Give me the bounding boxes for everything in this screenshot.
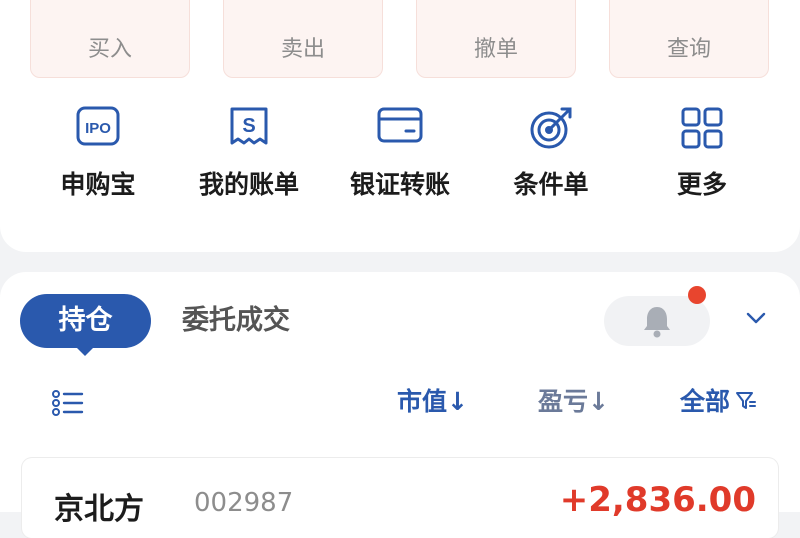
filter-all-label: 全部 bbox=[680, 387, 731, 416]
tab-orders-trades[interactable]: 委托成交 bbox=[182, 294, 290, 348]
holding-row[interactable]: 京北方 002987 +2,836.00 bbox=[22, 458, 778, 538]
bill-icon-text: S bbox=[242, 115, 255, 137]
positions-panel: 持仓 委托成交 市值↓ 盈亏↓ 全部 京北方 002987 +2,836.00 bbox=[0, 272, 800, 538]
shortcut-my-bill-label: 我的账单 bbox=[198, 170, 299, 199]
filter-all-button[interactable]: 全部 bbox=[680, 382, 757, 418]
sell-glyph: 卖 bbox=[224, 0, 382, 3]
bill-icon: S bbox=[226, 105, 272, 155]
buy-glyph: 买 bbox=[31, 0, 189, 3]
query-button[interactable]: 查 查询 bbox=[609, 0, 769, 78]
trade-panel: 买 买入 卖 卖出 撤 撤单 查 查询 IPO 申购宝 S 我的账单 bbox=[0, 0, 800, 252]
sell-label: 卖出 bbox=[280, 37, 325, 62]
shortcut-bank-transfer[interactable]: 银证转账 bbox=[325, 107, 475, 215]
cancel-order-label: 撤单 bbox=[473, 37, 518, 62]
shortcut-conditional-order[interactable]: 条件单 bbox=[476, 107, 626, 215]
query-label: 查询 bbox=[666, 37, 711, 62]
chevron-down-icon[interactable] bbox=[745, 310, 767, 329]
list-view-icon[interactable] bbox=[52, 390, 84, 420]
shortcut-more-label: 更多 bbox=[676, 170, 727, 199]
shortcut-conditional-order-label: 条件单 bbox=[513, 170, 589, 199]
sort-profit-loss[interactable]: 盈亏↓ bbox=[538, 382, 609, 418]
holding-code: 002987 bbox=[194, 488, 294, 518]
bell-icon bbox=[641, 304, 673, 342]
shortcut-ipo[interactable]: IPO 申购宝 bbox=[23, 106, 173, 215]
cancel-order-button[interactable]: 撤 撤单 bbox=[416, 0, 576, 78]
shortcut-more[interactable]: 更多 bbox=[627, 107, 777, 215]
holding-profit-loss: +2,836.00 bbox=[559, 480, 756, 520]
card-transfer-icon bbox=[376, 105, 424, 151]
buy-label: 买入 bbox=[87, 37, 132, 62]
sort-market-value[interactable]: 市值↓ bbox=[397, 382, 468, 418]
filter-icon bbox=[735, 390, 757, 416]
ipo-icon-text: IPO bbox=[85, 120, 111, 137]
buy-button[interactable]: 买 买入 bbox=[30, 0, 190, 78]
target-icon bbox=[526, 105, 576, 155]
cancel-order-glyph: 撤 bbox=[417, 0, 575, 3]
sell-button[interactable]: 卖 卖出 bbox=[223, 0, 383, 78]
shortcut-ipo-label: 申购宝 bbox=[60, 170, 136, 199]
grid-icon bbox=[679, 105, 725, 155]
shortcut-bank-transfer-label: 银证转账 bbox=[349, 170, 450, 199]
holding-name: 京北方 bbox=[54, 492, 144, 527]
ipo-icon: IPO bbox=[75, 105, 121, 153]
query-glyph: 查 bbox=[610, 0, 768, 3]
notification-badge-dot bbox=[688, 286, 706, 304]
tab-holdings[interactable]: 持仓 bbox=[20, 294, 151, 356]
shortcut-my-bill[interactable]: S 我的账单 bbox=[174, 107, 324, 215]
